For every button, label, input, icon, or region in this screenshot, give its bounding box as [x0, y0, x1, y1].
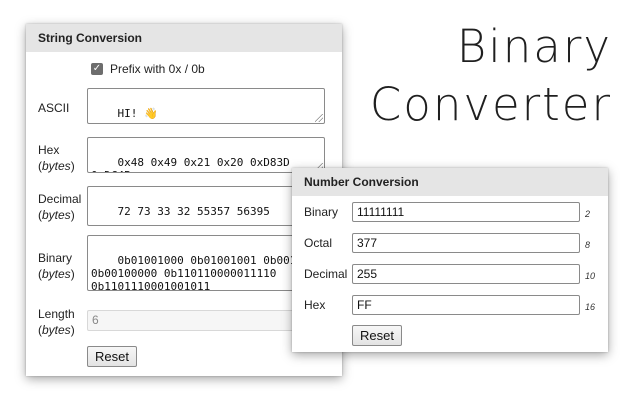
decimal-radix: 10 — [585, 271, 596, 281]
length-label-sub: bytes — [42, 323, 71, 337]
binary-radix: 2 — [585, 209, 591, 219]
binary-label-text: Binary — [38, 251, 73, 265]
prefix-checkbox[interactable]: ✓ — [91, 63, 103, 75]
binary-label: Binary (bytes) — [38, 251, 75, 281]
binary-value: 0b01001000 0b01001001 0b0010 0b00100000 … — [91, 254, 303, 291]
binary-number-value: 11111111 — [357, 205, 405, 219]
decimal-label-sub: bytes — [42, 208, 71, 222]
decimal-number-value: 255 — [357, 267, 378, 281]
octal-radix: 8 — [585, 240, 591, 250]
title-line-2: Converter — [369, 78, 612, 131]
hex-number-input[interactable]: FF — [352, 295, 580, 315]
octal-label: Octal — [304, 236, 333, 250]
decimal-number-label: Decimal — [304, 267, 348, 281]
binary-number-input[interactable]: 11111111 — [352, 202, 580, 222]
string-reset-button[interactable]: Reset — [87, 346, 137, 367]
octal-input[interactable]: 377 — [352, 233, 580, 253]
decimal-label: Decimal (bytes) — [38, 192, 82, 222]
string-conversion-header: String Conversion — [26, 24, 342, 52]
octal-value: 377 — [357, 236, 378, 250]
decimal-number-input[interactable]: 255 — [352, 264, 580, 284]
length-label-text: Length — [38, 307, 75, 321]
prefix-label: Prefix with 0x / 0b — [110, 62, 205, 76]
title-line-1: Binary — [456, 20, 612, 73]
number-reset-button[interactable]: Reset — [352, 325, 402, 346]
hex-textarea[interactable]: 0x48 0x49 0x21 0x20 0xD83D 0xDC4B — [87, 137, 325, 173]
hex-label-sub: bytes — [42, 159, 71, 173]
number-conversion-panel: Number Conversion Binary 11111111 2 Octa… — [292, 168, 608, 352]
decimal-textarea[interactable]: 72 73 33 32 55357 56395 — [87, 186, 325, 226]
page-title: Binary Converter — [370, 18, 612, 134]
length-label: Length (bytes) — [38, 307, 75, 337]
ascii-label-text: ASCII — [38, 101, 70, 115]
prefix-option[interactable]: ✓ Prefix with 0x / 0b — [91, 62, 205, 76]
hex-number-label: Hex — [304, 298, 326, 312]
decimal-value: 72 73 33 32 55357 56395 — [117, 205, 270, 218]
hex-radix: 16 — [585, 302, 596, 312]
ascii-label: ASCII — [38, 100, 69, 116]
hex-label: Hex (bytes) — [38, 143, 75, 173]
binary-label-sub: bytes — [42, 267, 71, 281]
hex-value: 0x48 0x49 0x21 0x20 0xD83D 0xDC4B — [91, 156, 290, 172]
length-value: 6 — [92, 313, 99, 327]
ascii-textarea[interactable]: HI! 👋 — [87, 88, 325, 124]
hex-number-value: FF — [357, 298, 372, 312]
binary-textarea[interactable]: 0b01001000 0b01001001 0b0010 0b00100000 … — [87, 235, 325, 291]
number-conversion-header: Number Conversion — [292, 168, 608, 196]
length-field: 6 — [87, 310, 325, 331]
ascii-value: HI! 👋 — [117, 107, 158, 120]
binary-number-label: Binary — [304, 205, 339, 219]
decimal-label-text: Decimal — [38, 192, 82, 206]
resize-grip-icon[interactable] — [315, 114, 323, 122]
hex-label-text: Hex — [38, 143, 60, 157]
